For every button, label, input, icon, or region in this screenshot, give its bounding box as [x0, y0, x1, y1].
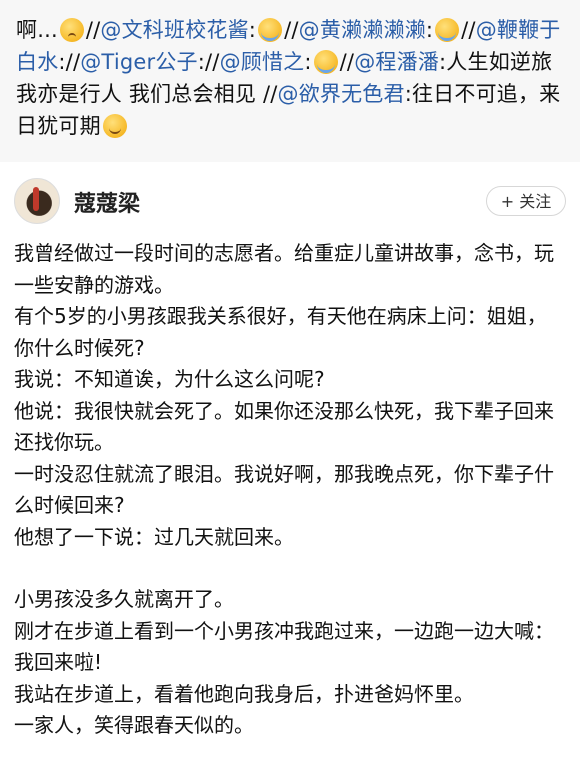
post-paragraph: 我曾经做过一段时间的志愿者。给重症儿童讲故事，念书，玩一些安静的游戏。 — [14, 241, 554, 297]
user-mention-link[interactable]: @欲界无色君 — [278, 82, 405, 106]
post-body: 我曾经做过一段时间的志愿者。给重症儿童讲故事，念书，玩一些安静的游戏。 有个5岁… — [14, 238, 566, 742]
user-mention-link[interactable]: @Tiger公子 — [80, 50, 198, 74]
post-paragraph: 一家人，笑得跟春天似的。 — [14, 713, 254, 737]
sad-emoji-icon — [59, 18, 84, 42]
crying-emoji-icon — [313, 50, 338, 74]
repost-text-fragment: // — [284, 18, 299, 42]
post-paragraph: 小男孩没多久就离开了。 — [14, 587, 234, 611]
avatar-figure-icon — [33, 187, 39, 211]
repost-segments: //@文科班校花酱://@黄濑濑濑濑://@鞭鞭于白水://@Tiger公子:/… — [16, 18, 561, 138]
post-paragraph: 刚才在步道上看到一个小男孩冲我跑过来，一边跑一边大喊：我回来啦! — [14, 618, 554, 675]
smile-emoji-icon — [102, 114, 127, 138]
post-header: 蔻蔻梁 + 关注 — [14, 176, 566, 228]
user-mention-link[interactable]: @顾惜之 — [220, 50, 305, 74]
follow-button[interactable]: + 关注 — [486, 186, 566, 216]
repost-text: 啊...//@文科班校花酱://@黄濑濑濑濑://@鞭鞭于白水://@Tiger… — [0, 0, 580, 158]
repost-text-fragment: :// — [58, 50, 81, 74]
user-mention-link[interactable]: @文科班校花酱 — [100, 18, 248, 42]
post-paragraph: 我说：不知道诶，为什么这么问呢? — [14, 367, 325, 391]
username[interactable]: 蔻蔻梁 — [74, 186, 140, 218]
post-paragraph: 一时没忍住就流了眼泪。我说好啊，那我晚点死，你下辈子什么时候回来? — [14, 461, 554, 518]
user-mention-link[interactable]: @程潘潘 — [354, 50, 439, 74]
avatar[interactable] — [14, 178, 60, 224]
repost-text-fragment: : — [425, 18, 434, 42]
original-post-card[interactable]: 蔻蔻梁 + 关注 我曾经做过一段时间的志愿者。给重症儿童讲故事，念书，玩一些安静… — [0, 162, 580, 774]
post-paragraph: 他说：我很快就会死了。如果你还没那么快死，我下辈子回来还找你玩。 — [14, 398, 554, 455]
repost-text-fragment: // — [339, 50, 355, 74]
crying-emoji-icon — [258, 18, 283, 42]
repost-prefix: 啊... — [16, 18, 58, 42]
post-paragraph: 有个5岁的小男孩跟我关系很好，有天他在病床上问：姐姐，你什么时候死? — [14, 304, 547, 360]
repost-text-fragment: // — [85, 18, 101, 42]
post-paragraph: 我站在步道上，看着他跑向我身后，扑进爸妈怀里。 — [14, 681, 474, 706]
crying-emoji-icon — [435, 18, 460, 42]
repost-text-fragment: // — [461, 18, 476, 42]
user-mention-link[interactable]: @黄濑濑濑濑 — [299, 18, 426, 42]
post-paragraph: 他想了一下说：过几天就回来。 — [14, 524, 294, 549]
repost-text-fragment: : — [304, 50, 312, 74]
repost-text-fragment: :// — [197, 50, 220, 74]
repost-text-fragment: : — [248, 18, 257, 42]
